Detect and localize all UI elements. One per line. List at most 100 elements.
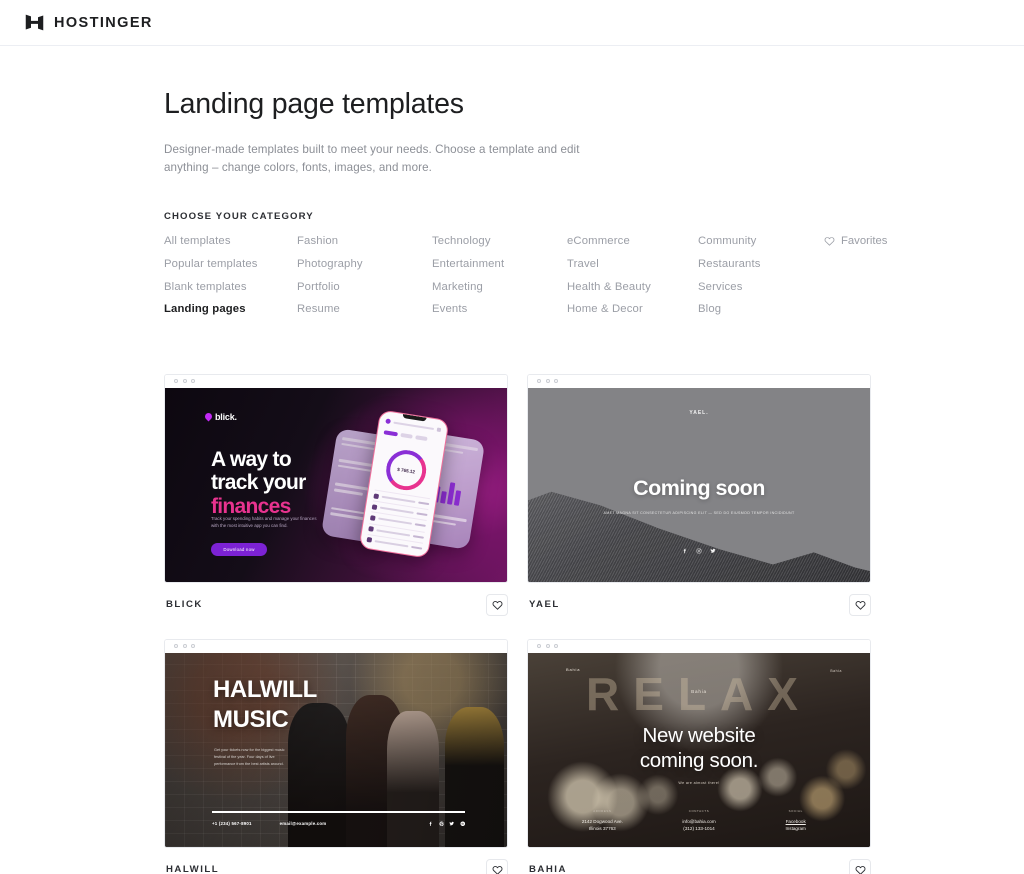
- page-subtitle: Designer-made templates built to meet yo…: [164, 143, 580, 174]
- category-photography[interactable]: Photography: [297, 258, 432, 270]
- category-community[interactable]: Community: [698, 235, 818, 247]
- browser-dot-yellow: [545, 644, 550, 649]
- bahia-note: We are almost there!: [678, 780, 720, 785]
- hostinger-logo[interactable]: HOSTINGER: [24, 12, 153, 33]
- blick-headline: A way to track your finances: [211, 448, 306, 519]
- category-landing-pages[interactable]: Landing pages: [164, 304, 297, 316]
- template-preview-blick[interactable]: blick. A way to track your finances Trac…: [164, 373, 508, 583]
- browser-dot-red: [537, 379, 541, 384]
- browser-chrome-bar: [165, 374, 507, 388]
- browser-dot-red: [174, 379, 178, 384]
- twitter-icon: [449, 821, 455, 827]
- template-meta-bahia: BAHIA: [527, 858, 871, 874]
- halwill-paragraph: Get your tickets now for the biggest mus…: [214, 747, 285, 767]
- favorites-link[interactable]: Favorites: [824, 235, 887, 247]
- favorite-button-yael[interactable]: [849, 593, 871, 616]
- bahia-column-contacts: CONTACTS info@bahia.com (312) 133-1014: [651, 809, 748, 833]
- browser-dot-green: [191, 379, 195, 384]
- halwill-phone: +1 (234) 567-8901: [212, 820, 252, 826]
- template-card-bahia[interactable]: RELAX Bahia Bahia Bahia New website comi…: [527, 638, 871, 874]
- blick-cta-button: Download now: [211, 542, 267, 556]
- app-header: HOSTINGER: [0, 0, 1024, 46]
- preview-screenshot-halwill: HALWILL MUSIC Get your tickets now for t…: [165, 652, 507, 847]
- bahia-column-social: SOCIAL Facebook Instagram: [747, 809, 844, 833]
- template-name-bahia: BAHIA: [529, 864, 567, 874]
- bahia-address-line2: Illinois 37763: [588, 826, 616, 832]
- category-ecommerce[interactable]: eCommerce: [567, 235, 698, 247]
- bahia-social-caption: SOCIAL: [788, 808, 803, 813]
- blick-wordmark: blick.: [215, 411, 237, 422]
- bahia-contacts-line1: info@bahia.com: [682, 818, 716, 824]
- bahia-address-caption: ADDRESS: [593, 808, 612, 813]
- category-all-templates[interactable]: All templates: [164, 235, 297, 247]
- bahia-contacts-line2: (312) 133-1014: [683, 826, 715, 832]
- category-portfolio[interactable]: Portfolio: [297, 281, 432, 293]
- browser-dot-green: [554, 379, 558, 384]
- category-services[interactable]: Services: [698, 281, 818, 293]
- category-fashion[interactable]: Fashion: [297, 235, 432, 247]
- category-events[interactable]: Events: [432, 304, 567, 316]
- halwill-headline-line1: HALWILL: [213, 675, 317, 703]
- category-resume[interactable]: Resume: [297, 304, 432, 316]
- blick-phone-mockups: $ 765.12: [315, 404, 505, 576]
- flame-icon: [203, 411, 214, 422]
- category-technology[interactable]: Technology: [432, 235, 567, 247]
- browser-chrome-bar: [528, 639, 870, 653]
- template-grid: blick. A way to track your finances Trac…: [164, 373, 874, 874]
- favorite-button-bahia[interactable]: [849, 858, 871, 874]
- halwill-email: email@example.com: [279, 820, 327, 826]
- template-card-yael[interactable]: YAEL. Coming soon AMET MAGNA SIT CONSECT…: [527, 373, 871, 616]
- bahia-social-facebook-link[interactable]: Facebook: [786, 819, 806, 824]
- content-column: Landing page templates Designer-made tem…: [164, 88, 887, 874]
- browser-dot-green: [554, 644, 558, 649]
- browser-dot-green: [191, 644, 195, 649]
- favorite-button-blick[interactable]: [486, 593, 508, 616]
- bahia-contacts-value: info@bahia.com (312) 133-1014: [651, 818, 748, 833]
- category-home-decor[interactable]: Home & Decor: [567, 304, 698, 316]
- pinterest-icon: [438, 821, 445, 827]
- template-preview-halwill[interactable]: HALWILL MUSIC Get your tickets now for t…: [164, 638, 508, 848]
- category-popular-templates[interactable]: Popular templates: [164, 258, 297, 270]
- category-travel[interactable]: Travel: [567, 258, 698, 270]
- category-health-beauty[interactable]: Health & Beauty: [567, 281, 698, 293]
- halwill-footer: +1 (234) 567-8901 email@example.com: [212, 821, 465, 827]
- halwill-social-row: [428, 821, 465, 827]
- favorite-button-halwill[interactable]: [486, 858, 508, 874]
- preview-screenshot-bahia: RELAX Bahia Bahia Bahia New website comi…: [528, 652, 870, 847]
- category-restaurants[interactable]: Restaurants: [698, 258, 818, 270]
- hostinger-h-logo-icon: [24, 12, 45, 33]
- favorites-label: Favorites: [841, 234, 888, 247]
- bahia-social-instagram-link[interactable]: Instagram: [747, 825, 844, 832]
- phone-balance-amount: $ 765.12: [396, 465, 416, 474]
- template-preview-bahia[interactable]: RELAX Bahia Bahia Bahia New website comi…: [527, 638, 871, 848]
- heart-icon: [492, 865, 503, 874]
- halwill-headline: HALWILL MUSIC: [213, 675, 317, 735]
- category-entertainment[interactable]: Entertainment: [432, 258, 567, 270]
- halwill-divider: [212, 810, 465, 814]
- bahia-address-value: 2142 Dogwood Ave. Illinois 37763: [554, 818, 651, 833]
- bahia-column-address: ADDRESS 2142 Dogwood Ave. Illinois 37763: [554, 809, 651, 833]
- template-meta-halwill: HALWILL: [164, 858, 508, 874]
- category-blog[interactable]: Blog: [698, 304, 818, 316]
- category-area: All templates Fashion Technology eCommer…: [164, 235, 887, 316]
- phone-notch: [402, 413, 427, 422]
- page-body: Landing page templates Designer-made tem…: [0, 88, 1024, 874]
- template-card-blick[interactable]: blick. A way to track your finances Trac…: [164, 373, 508, 616]
- bahia-headline-line1: New website: [642, 723, 756, 747]
- bahia-headline-line2: coming soon.: [639, 749, 759, 773]
- twitter-icon: [710, 548, 716, 554]
- bahia-contacts-caption: CONTACTS: [688, 808, 710, 813]
- category-marketing[interactable]: Marketing: [432, 281, 567, 293]
- browser-chrome-bar: [165, 639, 507, 653]
- bahia-headline: New website coming soon.: [528, 723, 870, 775]
- template-preview-yael[interactable]: YAEL. Coming soon AMET MAGNA SIT CONSECT…: [527, 373, 871, 583]
- blick-headline-line1: A way to: [211, 447, 292, 471]
- heart-icon: [855, 865, 866, 874]
- template-card-halwill[interactable]: HALWILL MUSIC Get your tickets now for t…: [164, 638, 508, 874]
- blick-paragraph: Track your spending habits and manage yo…: [211, 515, 317, 529]
- browser-dot-red: [174, 644, 178, 649]
- blick-logo: blick.: [203, 411, 237, 422]
- category-grid: All templates Fashion Technology eCommer…: [164, 235, 818, 316]
- category-blank-templates[interactable]: Blank templates: [164, 281, 297, 293]
- browser-dot-red: [537, 644, 541, 649]
